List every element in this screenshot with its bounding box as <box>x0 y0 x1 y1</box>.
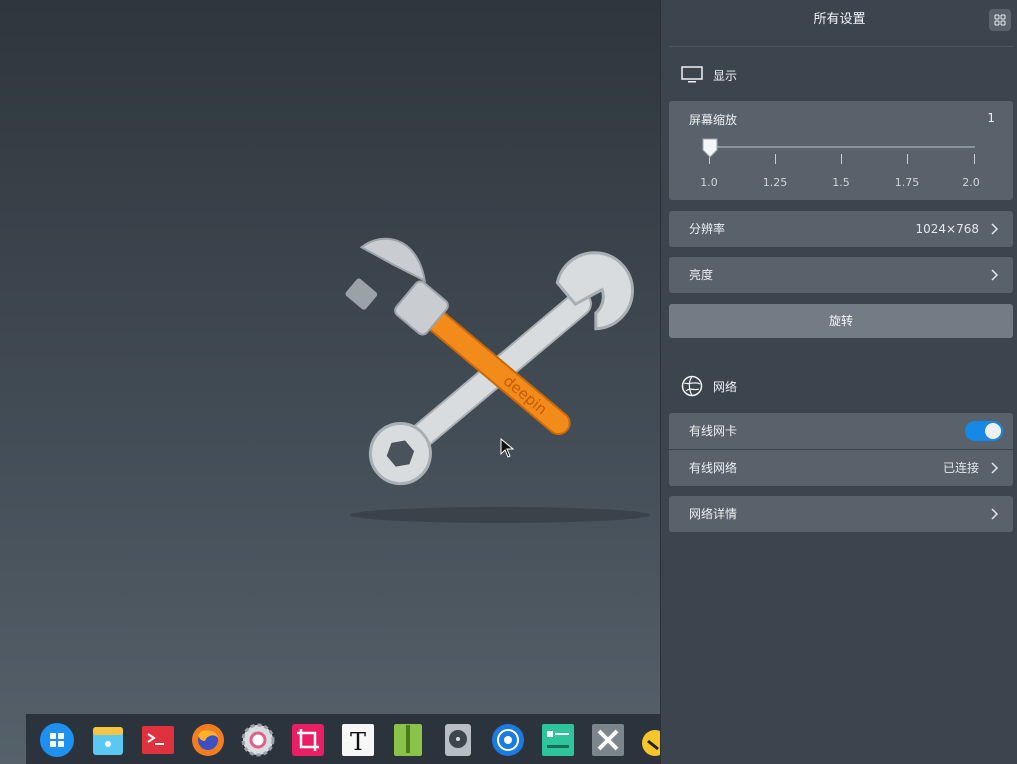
archive-manager-icon[interactable] <box>391 723 425 757</box>
rotate-button[interactable]: 旋转 <box>669 304 1013 338</box>
system-monitor-icon[interactable] <box>541 723 575 757</box>
screen-scale-card: 屏幕缩放 1 1.0 1.25 1.5 1.75 2.0 <box>669 101 1013 200</box>
wired-card-label: 有线网卡 <box>689 424 738 438</box>
firefox-icon[interactable] <box>191 723 225 757</box>
monitor-icon <box>681 66 703 83</box>
slider-tick-label: 2.0 <box>962 176 980 189</box>
mouse-cursor-icon <box>500 438 514 458</box>
terminal-icon[interactable] <box>141 723 175 757</box>
resolution-label: 分辨率 <box>689 222 726 236</box>
file-manager-icon[interactable] <box>91 723 125 757</box>
scale-slider-handle[interactable] <box>702 138 718 158</box>
display-section-title: 显示 <box>713 68 738 83</box>
resolution-row[interactable]: 分辨率 1024×768 <box>669 211 1013 247</box>
slider-tick <box>907 154 908 164</box>
wired-network-status: 已连接 <box>942 461 979 475</box>
slider-tick <box>974 154 975 164</box>
network-section-title: 网络 <box>713 379 738 394</box>
deepin-store-icon[interactable] <box>491 723 525 757</box>
network-section-header: 网络 <box>681 374 737 398</box>
settings-icon[interactable] <box>241 723 275 757</box>
screen-scale-label: 屏幕缩放 <box>689 113 738 127</box>
launcher-icon[interactable] <box>40 723 74 757</box>
text-editor-icon[interactable]: T <box>341 723 375 757</box>
display-section-header: 显示 <box>681 63 737 87</box>
title-divider <box>669 46 1013 47</box>
chevron-right-icon <box>991 269 999 281</box>
hammer-wrench-wallpaper: deepin <box>345 237 650 523</box>
disk-utility-icon[interactable] <box>441 723 475 757</box>
grid-icon <box>994 14 1006 26</box>
network-globe-icon <box>681 375 703 397</box>
wired-network-label: 有线网络 <box>689 461 738 475</box>
wired-network-row[interactable]: 有线网络 已连接 <box>669 450 1013 486</box>
slider-tick-label: 1.0 <box>700 176 718 189</box>
network-details-label: 网络详情 <box>689 507 738 521</box>
chevron-right-icon <box>991 223 999 235</box>
resolution-value: 1024×768 <box>915 222 980 236</box>
desktop: deepin T <box>0 0 660 764</box>
brightness-label: 亮度 <box>689 268 714 282</box>
slider-tick <box>775 154 776 164</box>
slider-tick-label: 1.25 <box>762 176 788 189</box>
toggle-knob <box>985 423 1001 439</box>
svg-text:T: T <box>350 728 366 756</box>
settings-panel: 所有设置 显示 屏幕缩放 1 1.0 1.25 1.5 1.75 2.0 分辨率… <box>660 0 1017 764</box>
chevron-right-icon <box>991 462 999 474</box>
scale-slider-track[interactable] <box>709 146 975 148</box>
wired-card-toggle[interactable] <box>965 421 1003 441</box>
wired-card-row: 有线网卡 <box>669 413 1013 449</box>
screen-scale-value: 1 <box>987 111 995 125</box>
chevron-right-icon <box>991 508 999 520</box>
all-settings-grid-button[interactable] <box>989 9 1011 31</box>
panel-title: 所有设置 <box>813 12 866 27</box>
partial-app-icon[interactable] <box>638 723 660 757</box>
brightness-row[interactable]: 亮度 <box>669 257 1013 293</box>
slider-tick <box>841 154 842 164</box>
dock: T <box>26 714 660 764</box>
screenshot-icon[interactable] <box>291 723 325 757</box>
slider-tick-label: 1.5 <box>832 176 850 189</box>
tools-icon[interactable] <box>591 723 625 757</box>
network-details-row[interactable]: 网络详情 <box>669 496 1013 532</box>
slider-tick-label: 1.75 <box>894 176 920 189</box>
